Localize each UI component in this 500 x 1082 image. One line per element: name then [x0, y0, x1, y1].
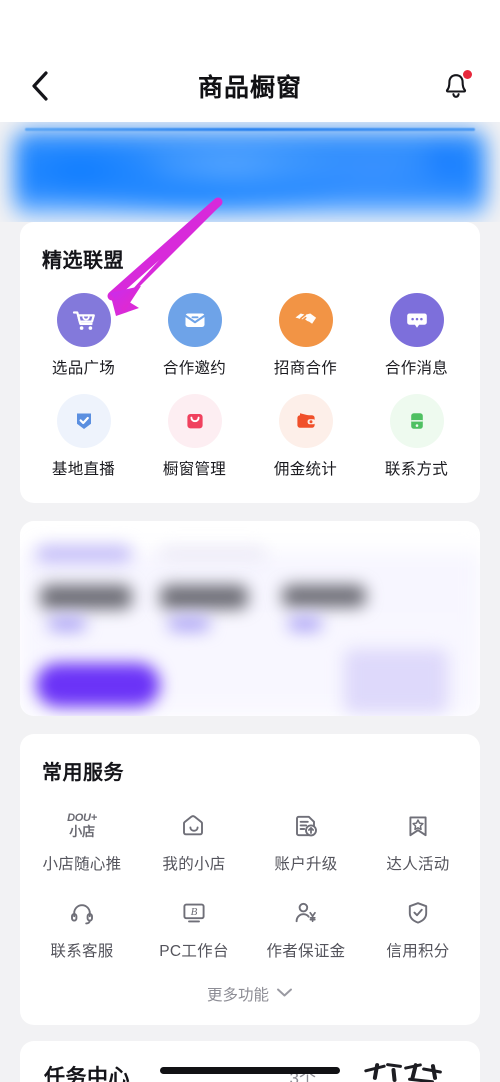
promo-blur-block — [168, 617, 210, 631]
promo-blur-block — [40, 585, 132, 609]
services-title: 常用服务 — [42, 762, 124, 784]
services-card: 常用服务 DOU+ 小店 小店随心推 我的小店 账户升级 达人活动 联系客服 B… — [20, 734, 480, 1025]
alliance-item-label: 选品广场 — [51, 360, 116, 377]
back-button[interactable] — [18, 64, 62, 108]
promo-blur-block — [36, 545, 132, 563]
shield-check-outline-icon — [402, 892, 434, 934]
service-item-label: 我的小店 — [162, 856, 226, 873]
alliance-card: 精选联盟 选品广场 合作邀约 招商合作 合作消息 基地直播 橱窗管理 佣金统计 … — [20, 222, 480, 503]
alliance-item-label: 合作邀约 — [162, 360, 227, 377]
alliance-item-label: 合作消息 — [384, 360, 449, 377]
service-item-信用积分[interactable]: 信用积分 — [362, 888, 474, 965]
account-upgrade-icon — [290, 805, 322, 847]
alliance-item-合作邀约[interactable]: 合作邀约 — [139, 287, 250, 380]
home-indicator — [160, 1067, 340, 1074]
services-grid-row2: 联系客服 B PC工作台 作者保证金 信用积分 — [20, 878, 480, 965]
monitor-b-icon: B — [178, 892, 210, 934]
alliance-item-招商合作[interactable]: 招商合作 — [250, 287, 361, 380]
promo-blur-block — [160, 585, 248, 609]
promo-blur-block — [160, 547, 266, 561]
promo-blur-thumb — [344, 649, 448, 713]
promo-blur-block — [288, 617, 322, 631]
alliance-item-选品广场[interactable]: 选品广场 — [28, 287, 139, 380]
person-yuan-icon — [290, 892, 322, 934]
shopping-cart-icon — [56, 293, 111, 347]
services-grid-row1: DOU+ 小店 小店随心推 我的小店 账户升级 达人活动 — [20, 785, 480, 878]
storefront-icon — [178, 805, 210, 847]
service-item-小店随心推[interactable]: DOU+ 小店 小店随心推 — [26, 801, 138, 878]
alliance-item-橱窗管理[interactable]: 橱窗管理 — [139, 388, 250, 481]
svg-text:B: B — [191, 906, 198, 918]
service-item-label: 联系客服 — [50, 943, 114, 960]
alliance-item-合作消息[interactable]: 合作消息 — [361, 287, 472, 380]
service-item-label: 账户升级 — [274, 856, 338, 873]
service-item-PC工作台[interactable]: B PC工作台 — [138, 888, 250, 965]
alliance-item-label: 招商合作 — [273, 360, 338, 377]
service-item-label: PC工作台 — [159, 943, 229, 960]
envelope-icon — [167, 293, 222, 347]
alliance-item-label: 联系方式 — [384, 461, 449, 478]
shield-check-icon — [56, 394, 111, 448]
page-title: 商品橱窗 — [197, 74, 302, 102]
dou-plus-store-icon: DOU+ 小店 — [67, 805, 97, 847]
banner-blurred-content — [14, 130, 486, 218]
wallet-icon — [278, 394, 333, 448]
promo-blur-block — [48, 617, 86, 631]
status-bar — [0, 0, 500, 50]
promo-blur-block — [282, 585, 366, 607]
shopping-bag-icon — [167, 394, 222, 448]
promo-blur-cta — [36, 663, 160, 707]
chat-bubble-icon — [389, 293, 444, 347]
handshake-icon — [278, 293, 333, 347]
page-header: 商品橱窗 — [0, 50, 500, 122]
alliance-item-label: 佣金统计 — [273, 461, 338, 478]
notifications-button[interactable] — [434, 64, 478, 108]
alliance-item-基地直播[interactable]: 基地直播 — [28, 388, 139, 481]
chevron-down-icon — [276, 985, 293, 1003]
service-item-label: 作者保证金 — [266, 943, 346, 960]
more-features-button[interactable]: 更多功能 — [20, 965, 480, 1025]
headset-icon — [66, 892, 98, 934]
app-screen: 商品橱窗 精选联盟 选品广场 合作邀约 招商合作 合作消息 基地直播 橱窗管理 … — [0, 0, 500, 1082]
alliance-item-label: 橱窗管理 — [162, 461, 227, 478]
alliance-item-label: 基地直播 — [51, 461, 116, 478]
service-item-label: 达人活动 — [386, 856, 450, 873]
banner-top-edge — [25, 128, 475, 131]
task-center-card[interactable]: 任务中心 3个 — [20, 1041, 480, 1082]
obscured-note — [360, 1061, 456, 1082]
top-banner[interactable] — [0, 122, 500, 222]
alliance-item-联系方式[interactable]: 联系方式 — [361, 388, 472, 481]
star-bookmark-icon — [402, 805, 434, 847]
promo-card[interactable] — [20, 521, 480, 716]
chevron-left-icon — [29, 69, 51, 103]
alliance-item-佣金统计[interactable]: 佣金统计 — [250, 388, 361, 481]
service-item-联系客服[interactable]: 联系客服 — [26, 888, 138, 965]
service-item-label: 信用积分 — [386, 943, 450, 960]
bell-icon — [441, 70, 472, 101]
service-item-达人活动[interactable]: 达人活动 — [362, 801, 474, 878]
alliance-title: 精选联盟 — [42, 250, 124, 272]
service-item-label: 小店随心推 — [42, 856, 122, 873]
task-center-title: 任务中心 — [44, 1066, 130, 1082]
service-item-作者保证金[interactable]: 作者保证金 — [250, 888, 362, 965]
alliance-grid-row2: 基地直播 橱窗管理 佣金统计 联系方式 — [20, 386, 480, 503]
phone-device-icon — [389, 394, 444, 448]
service-item-账户升级[interactable]: 账户升级 — [250, 801, 362, 878]
service-item-我的小店[interactable]: 我的小店 — [138, 801, 250, 878]
more-features-label: 更多功能 — [206, 987, 269, 1004]
dou-plus-badge-bottom: 小店 — [69, 823, 95, 839]
alliance-grid-row1: 选品广场 合作邀约 招商合作 合作消息 — [20, 273, 480, 386]
notification-dot — [463, 70, 472, 79]
